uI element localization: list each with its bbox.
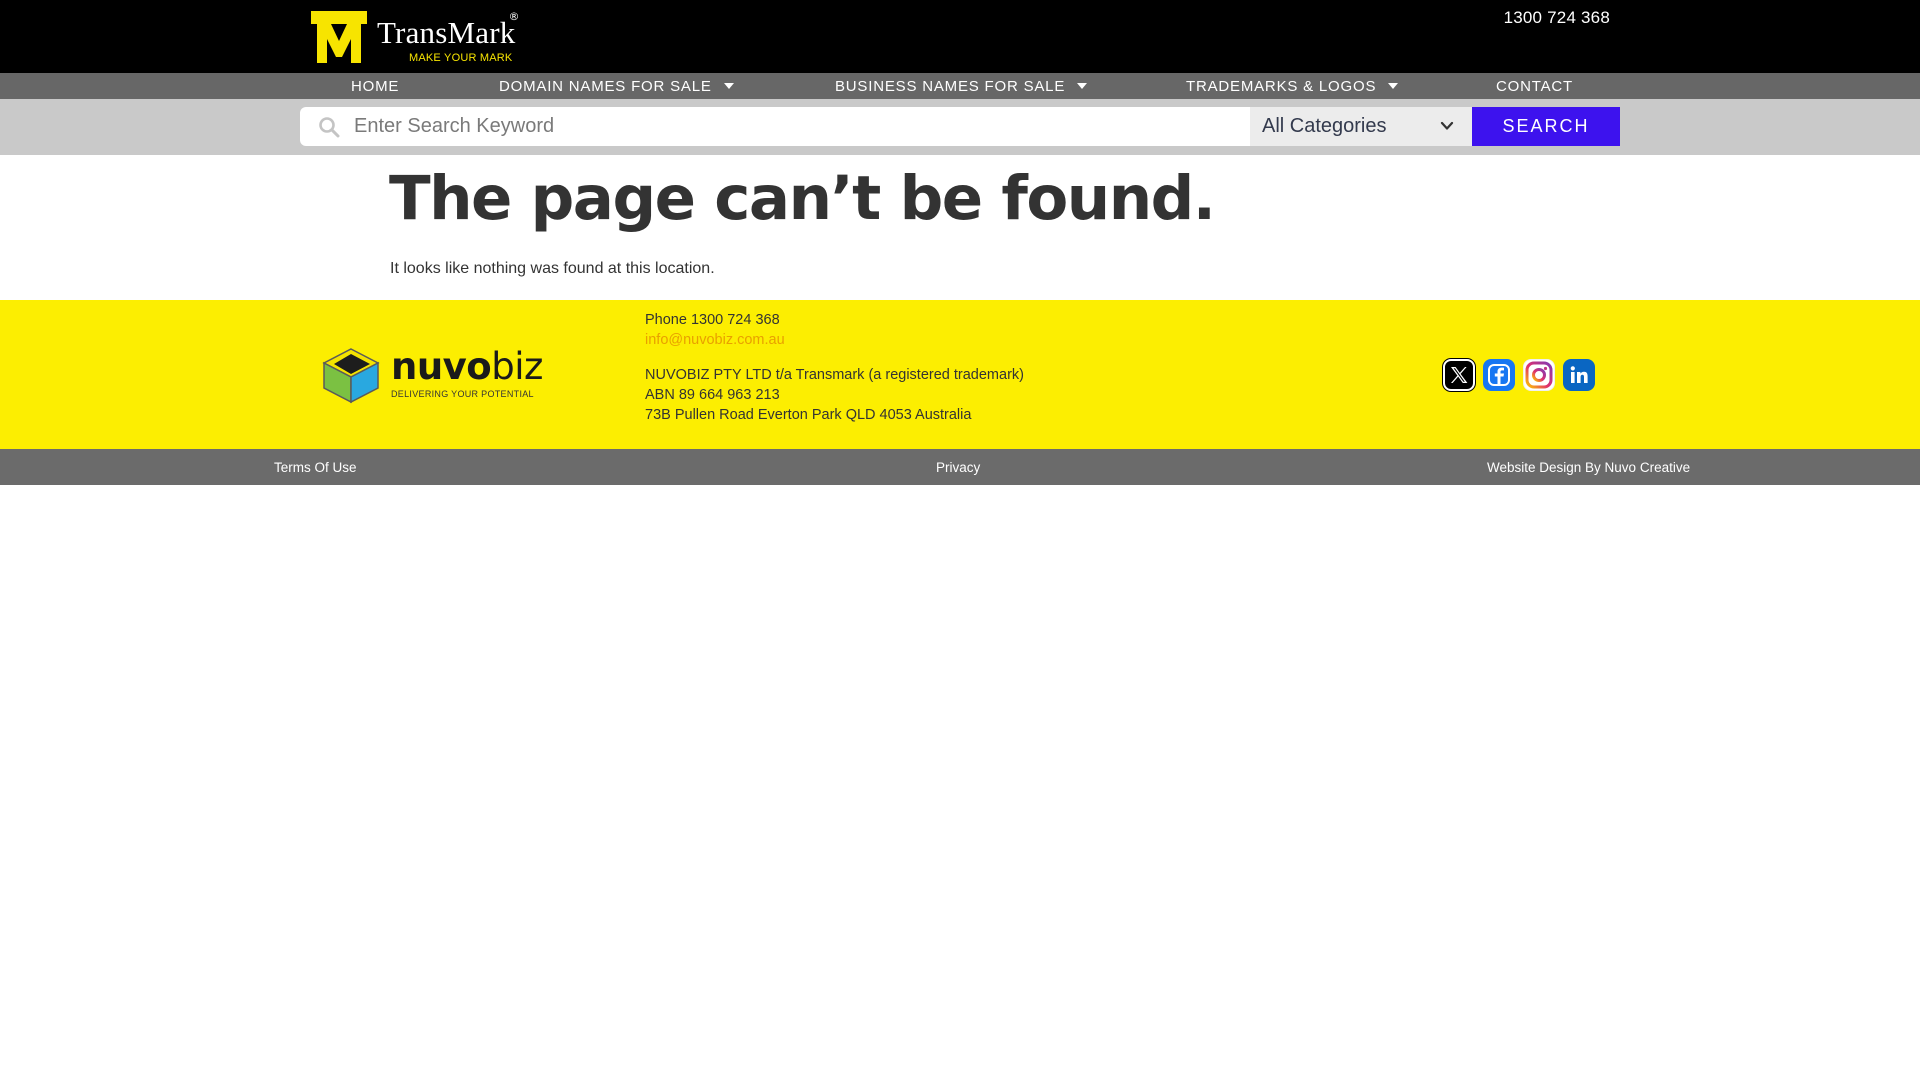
nav-item-label: CONTACT — [1496, 77, 1573, 95]
footer-abn: ABN 89 664 963 213 — [645, 387, 780, 403]
credit-link[interactable]: Website Design By Nuvo Creative — [1487, 449, 1690, 485]
footer-contact: Phone 1300 724 368 info@nuvobiz.com.au N… — [645, 310, 1024, 425]
nav-item-label: BUSINESS NAMES FOR SALE — [835, 77, 1066, 95]
transmark-m-icon — [311, 11, 367, 63]
header-phone[interactable]: 1300 724 368 — [1504, 8, 1610, 28]
search-bar: All Categories SEARCH — [0, 99, 1920, 155]
footer-address: 73B Pullen Road Everton Park QLD 4053 Au… — [645, 407, 972, 423]
caret-down-icon — [1388, 83, 1399, 89]
brand-name-light: biz — [491, 344, 543, 388]
nav-item-label: DOMAIN NAMES FOR SALE — [499, 77, 712, 95]
nav-item-home[interactable]: HOME — [351, 73, 399, 99]
nav-item-label: TRADEMARKS & LOGOS — [1186, 77, 1377, 95]
bottom-bar: Terms Of Use Privacy Website Design By N… — [0, 449, 1920, 485]
nuvobiz-name: nuvobiz — [391, 348, 543, 385]
chevron-down-icon — [1440, 121, 1454, 130]
nav-item-label: HOME — [351, 77, 400, 95]
footer-company: NUVOBIZ PTY LTD t/a Transmark (a registe… — [645, 367, 1024, 383]
footer-phone: Phone 1300 724 368 — [645, 312, 780, 328]
social-links — [1443, 359, 1595, 391]
x-icon[interactable] — [1443, 359, 1475, 391]
logo-tagline: MAKE YOUR MARK — [409, 52, 513, 64]
nuvobiz-wordmark: nuvobiz DELIVERING YOUR POTENTIAL — [391, 348, 543, 399]
caret-down-icon — [723, 83, 734, 89]
linkedin-icon[interactable] — [1563, 359, 1595, 391]
site-footer: nuvobiz DELIVERING YOUR POTENTIAL Phone … — [0, 300, 1920, 449]
search-input[interactable] — [352, 108, 1212, 145]
page-title: The page can’t be found. — [389, 163, 1216, 234]
search-field — [300, 107, 1250, 146]
nav-item-trademarks-logos[interactable]: TRADEMARKS & LOGOS — [1186, 73, 1399, 99]
site-header: TransMark ® MAKE YOUR MARK 1300 724 368 — [0, 0, 1920, 73]
transmark-logo[interactable]: TransMark ® MAKE YOUR MARK — [311, 10, 536, 64]
category-select[interactable]: All Categories — [1250, 107, 1472, 146]
cube-icon — [322, 348, 380, 404]
logo-name: TransMark — [377, 15, 516, 50]
search-button[interactable]: SEARCH — [1472, 107, 1620, 146]
nav-item-contact[interactable]: CONTACT — [1496, 73, 1573, 99]
logo-text: TransMark ® MAKE YOUR MARK — [377, 10, 519, 64]
not-found-message: It looks like nothing was found at this … — [390, 260, 715, 277]
nav-item-business-names[interactable]: BUSINESS NAMES FOR SALE — [835, 73, 1088, 99]
nav-item-domain-names[interactable]: DOMAIN NAMES FOR SALE — [499, 73, 734, 99]
category-selected: All Categories — [1262, 115, 1387, 137]
nuvobiz-tagline: DELIVERING YOUR POTENTIAL — [391, 388, 534, 399]
main-nav: HOME DOMAIN NAMES FOR SALE BUSINESS NAME… — [0, 73, 1920, 99]
search-icon — [319, 116, 340, 137]
facebook-icon[interactable] — [1483, 359, 1515, 391]
privacy-link[interactable]: Privacy — [936, 449, 980, 485]
caret-down-icon — [1077, 83, 1088, 89]
instagram-icon[interactable] — [1523, 359, 1555, 391]
registered-mark: ® — [508, 10, 520, 23]
terms-link[interactable]: Terms Of Use — [274, 449, 357, 485]
nuvobiz-logo[interactable]: nuvobiz DELIVERING YOUR POTENTIAL — [320, 346, 550, 404]
footer-email-link[interactable]: info@nuvobiz.com.au — [645, 330, 1024, 350]
brand-name-bold: nuvo — [391, 344, 492, 388]
